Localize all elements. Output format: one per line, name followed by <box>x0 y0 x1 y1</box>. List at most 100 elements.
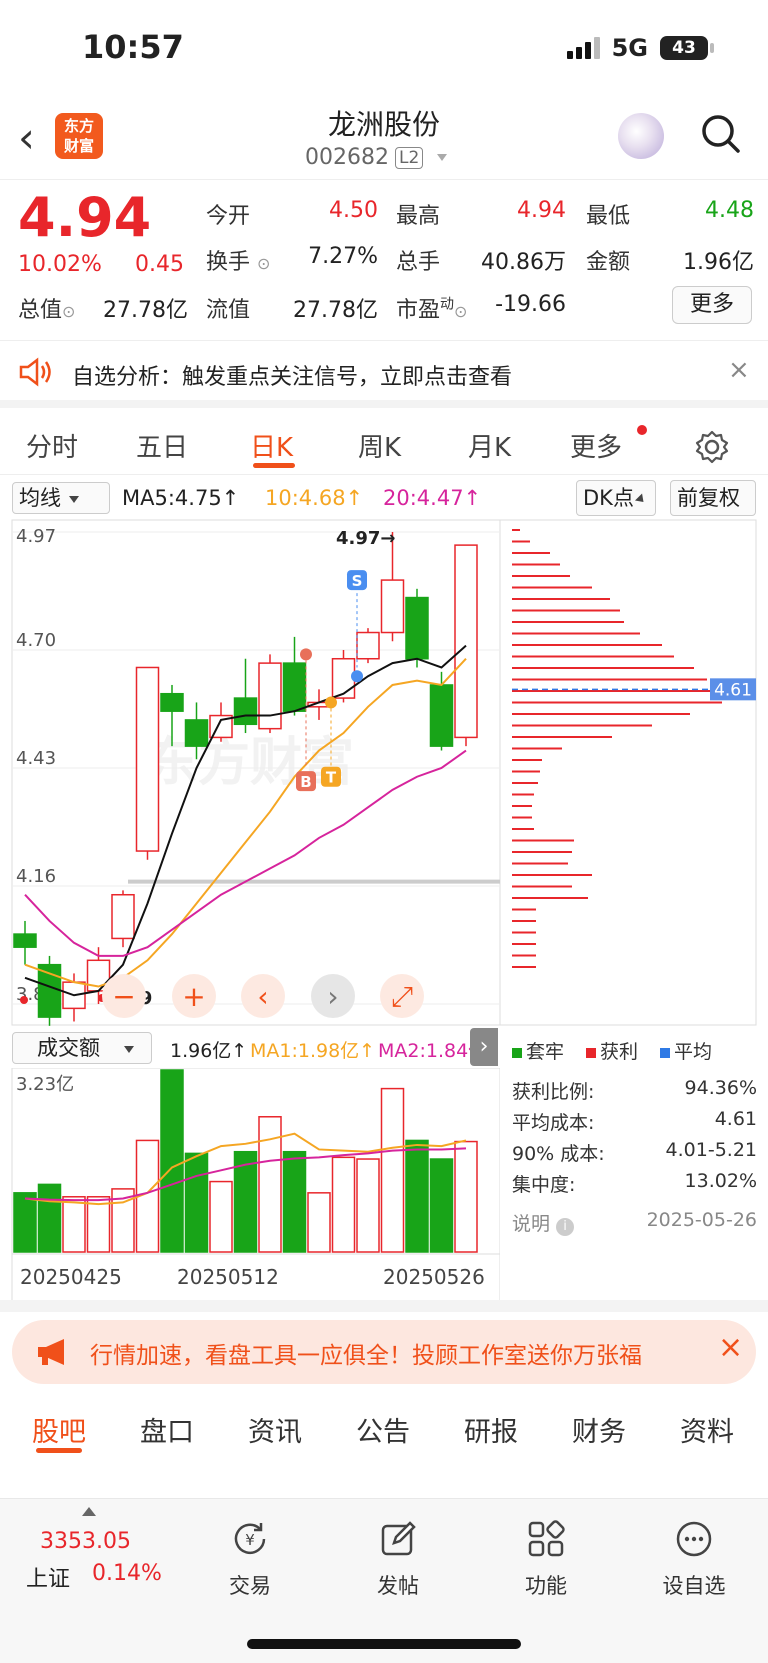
volume-bar <box>429 1158 454 1253</box>
search-icon[interactable] <box>700 113 740 153</box>
kline-chart[interactable]: 东方财富4.974.704.434.163.894.97→3.89SBT−+‹›… <box>0 518 768 1028</box>
b-marker: B <box>300 773 311 791</box>
ma20-value: 20:4.47↑ <box>383 486 482 510</box>
alert-banner[interactable]: 自选分析：触发重点关注信号，立即点击查看 × <box>0 340 768 408</box>
volume-selector[interactable]: 成交额 <box>12 1032 152 1064</box>
ma-legend-row: 均线 MA5:4.75↑ 10:4.68↑ 20:4.47↑ DK点 前复权 <box>0 478 768 518</box>
megaphone-icon <box>38 1339 64 1365</box>
chevron-up-icon[interactable] <box>82 1507 96 1516</box>
tab-news[interactable]: 资讯 <box>248 1410 302 1449</box>
low-label: 最低 <box>586 204 631 229</box>
y-axis-label: 4.16 <box>16 866 56 887</box>
battery-icon: 43 <box>660 36 714 60</box>
y-axis-label: 4.70 <box>16 630 56 651</box>
nav-add-watchlist[interactable]: 设自选 <box>644 1519 744 1600</box>
stock-code: 002682 <box>305 145 389 170</box>
info-icon: ⊙ <box>257 254 271 273</box>
tab-weekly-k[interactable]: 周K <box>358 427 401 464</box>
status-indicators: 5G 43 <box>566 34 714 62</box>
candle-body <box>380 579 405 634</box>
candle-body <box>160 692 184 712</box>
volume-value: 40.86万 <box>481 250 566 275</box>
tab-forum[interactable]: 股吧 <box>32 1410 86 1449</box>
tab-research[interactable]: 研报 <box>464 1410 518 1449</box>
volume-ma1: MA1:1.98亿↑ <box>250 1040 376 1062</box>
robot-avatar-icon[interactable] <box>618 113 664 159</box>
edit-icon <box>381 1521 416 1556</box>
tab-announcements[interactable]: 公告 <box>356 1410 410 1449</box>
volume-bar <box>209 1180 233 1253</box>
tab-profile[interactable]: 资料 <box>680 1410 734 1449</box>
zoom-in-icon-glyph: + <box>182 980 205 1013</box>
nav-post[interactable]: 发帖 <box>348 1519 448 1600</box>
volume-bar <box>356 1158 380 1253</box>
nav-trade[interactable]: ¥ 交易 <box>200 1519 300 1600</box>
indicator-selector[interactable]: 均线 <box>12 482 110 514</box>
total-cap-value: 27.78亿 <box>103 298 188 323</box>
candle-body <box>429 684 454 747</box>
float-cap-value: 27.78亿 <box>293 298 378 323</box>
last-price: 4.94 <box>18 186 152 249</box>
info-icon: ⊙ <box>62 302 76 321</box>
close-icon[interactable]: × <box>728 355 750 385</box>
dk-point-button[interactable]: DK点 <box>576 480 656 516</box>
expand-panel-icon[interactable]: › <box>470 1028 498 1066</box>
s-point <box>351 670 363 683</box>
fullscreen-icon-glyph: ⤢ <box>391 980 413 1013</box>
stock-header: ‹ 东方 财富 龙洲股份 002682 L2 <box>0 95 768 180</box>
cost90-value: 4.01-5.21 <box>665 1139 757 1161</box>
nav-features[interactable]: 功能 <box>496 1519 596 1600</box>
promo-banner[interactable]: 行情加速，看盘工具一应俱全！投顾工作室送你万张福 × <box>12 1320 756 1384</box>
chevron-left-icon[interactable]: ‹ <box>241 974 285 1018</box>
fullscreen-icon[interactable]: ⤢ <box>380 974 424 1018</box>
amount-value: 1.96亿 <box>683 250 754 275</box>
tab-daily-k[interactable]: 日K <box>250 427 293 464</box>
volume-bar <box>405 1139 429 1253</box>
adjust-button[interactable]: 前复权 <box>670 480 756 516</box>
zoom-in-icon[interactable]: + <box>172 974 216 1018</box>
tab-intraday[interactable]: 分时 <box>26 427 78 464</box>
index-value[interactable]: 3353.05 <box>40 1529 131 1554</box>
stock-code-selector[interactable]: 002682 L2 <box>305 145 448 170</box>
s-marker: S <box>352 572 363 590</box>
legend-profit: 获利 <box>586 1037 638 1064</box>
close-icon[interactable]: × <box>718 1330 743 1365</box>
volume-bar <box>307 1192 331 1253</box>
index-change[interactable]: 0.14% <box>92 1561 162 1586</box>
cost90-label: 90% 成本: <box>512 1143 605 1165</box>
chip-note-link[interactable]: 说明 i <box>512 1209 575 1236</box>
tab-five-day[interactable]: 五日 <box>136 427 188 464</box>
chevron-right-icon[interactable]: › <box>311 974 355 1018</box>
pe-label: 市盈动⊙ <box>396 296 468 323</box>
y-axis-label: 4.43 <box>16 748 56 769</box>
volume-value: 1.96亿↑ <box>170 1040 248 1062</box>
tab-orderbook[interactable]: 盘口 <box>140 1410 194 1449</box>
promo-text: 行情加速，看盘工具一应俱全！投顾工作室送你万张福 <box>90 1343 642 1369</box>
volume-label: 总手 <box>396 250 441 275</box>
volume-bar <box>13 1192 37 1253</box>
ma10-value: 10:4.68↑ <box>265 486 364 510</box>
zoom-out-icon[interactable]: − <box>102 974 146 1018</box>
amount-label: 金额 <box>586 250 631 275</box>
status-time: 10:57 <box>82 28 184 66</box>
high-price-marker: 4.97→ <box>336 528 396 549</box>
tab-more[interactable]: 更多 <box>570 427 622 464</box>
open-label: 今开 <box>206 204 251 229</box>
candle-body <box>233 697 258 726</box>
volume-bar <box>331 1156 356 1253</box>
divider <box>0 1300 768 1312</box>
volume-max-label: 3.23亿 <box>16 1074 74 1095</box>
tab-monthly-k[interactable]: 月K <box>468 427 511 464</box>
candle-body <box>258 662 282 730</box>
index-name[interactable]: 上证 <box>26 1561 70 1593</box>
high-label: 最高 <box>396 204 441 229</box>
tab-financials[interactable]: 财务 <box>572 1410 626 1449</box>
total-cap-label: 总值⊙ <box>18 298 76 323</box>
legend-average: 平均 <box>660 1037 712 1064</box>
low-value: 4.48 <box>705 198 754 223</box>
more-quote-button[interactable]: 更多 <box>672 286 752 324</box>
volume-bar <box>282 1150 307 1253</box>
more-dots-icon <box>676 1521 712 1557</box>
gear-icon[interactable] <box>694 429 730 465</box>
candle-body <box>135 666 160 852</box>
